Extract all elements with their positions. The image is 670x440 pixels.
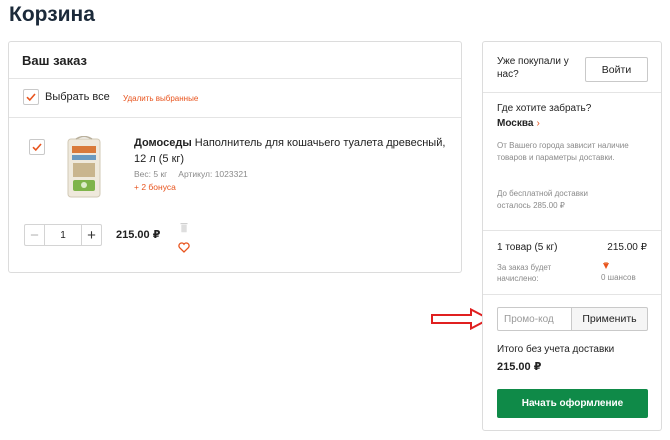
promo-code-input[interactable] xyxy=(497,307,572,331)
quantity-stepper: − 1 + xyxy=(24,224,102,246)
checkmark-icon xyxy=(32,143,42,152)
divider xyxy=(483,92,661,93)
order-title: Ваш заказ xyxy=(22,53,87,68)
chevron-right-icon: › xyxy=(536,118,540,129)
divider xyxy=(9,117,461,118)
heart-icon[interactable] xyxy=(178,242,190,253)
select-all-label[interactable]: Выбрать все xyxy=(45,91,110,103)
bought-before-label: Уже покупали у нас? xyxy=(497,56,569,80)
city-note: От Вашего города зависит наличие товаров… xyxy=(497,141,629,162)
checkmark-icon xyxy=(26,93,36,102)
checkout-button[interactable]: Начать оформление xyxy=(497,389,648,418)
pickup-question: Где хотите забрать? xyxy=(497,103,592,114)
items-price: 215.00 ₽ xyxy=(607,242,647,253)
chances-icon xyxy=(603,262,609,269)
city-name: Москва xyxy=(497,118,534,129)
trash-icon[interactable] xyxy=(180,222,188,233)
product-sku: Артикул: 1023321 xyxy=(178,169,248,179)
page-title: Корзина xyxy=(9,3,95,26)
login-button[interactable]: Войти xyxy=(585,57,648,82)
product-image[interactable] xyxy=(64,136,104,200)
product-brand: Домоседы xyxy=(134,137,192,149)
increase-button[interactable]: + xyxy=(81,225,101,245)
city-selector[interactable]: Москва › xyxy=(497,118,540,129)
product-bonus: + 2 бонуса xyxy=(134,182,176,192)
total-value: 215.00 ₽ xyxy=(497,361,542,373)
total-label: Итого без учета доставки xyxy=(497,344,615,355)
item-price: 215.00 ₽ xyxy=(116,229,161,241)
divider xyxy=(483,294,661,295)
product-checkbox[interactable] xyxy=(29,139,45,155)
product-meta: Вес: 5 кг Артикул: 1023321 xyxy=(134,169,248,179)
product-weight: Вес: 5 кг xyxy=(134,169,168,179)
select-all-checkbox[interactable] xyxy=(23,89,39,105)
chances-text: 0 шансов xyxy=(601,273,636,282)
decrease-button[interactable]: − xyxy=(25,225,45,245)
summary-panel: Уже покупали у нас? Войти Где хотите заб… xyxy=(482,41,662,431)
free-delivery-note: До бесплатной доставки осталось 285.00 ₽ xyxy=(497,189,588,210)
divider xyxy=(483,230,661,231)
will-accrue-label: За заказ будет начислено: xyxy=(497,263,552,283)
divider xyxy=(9,78,461,79)
apply-promo-button[interactable]: Применить xyxy=(571,307,648,331)
order-panel: Ваш заказ Выбрать все Удалить выбранные … xyxy=(8,41,462,273)
delete-selected-link[interactable]: Удалить выбранные xyxy=(123,94,198,103)
items-count: 1 товар (5 кг) xyxy=(497,242,558,253)
product-title[interactable]: Домоседы Наполнитель для кошачьего туале… xyxy=(134,135,449,167)
quantity-value[interactable]: 1 xyxy=(45,225,81,245)
